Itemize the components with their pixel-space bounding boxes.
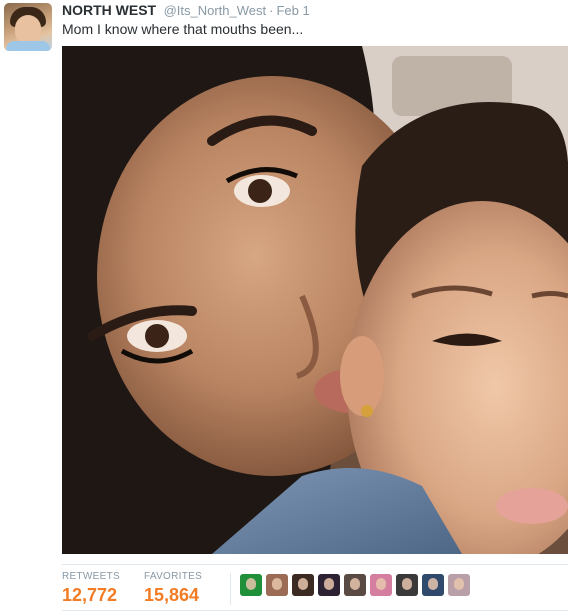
favoriter-face-shape [376, 578, 386, 590]
stats-top-divider [62, 564, 568, 565]
favoriter-face-shape [246, 578, 256, 590]
separator-dot: · [269, 3, 274, 18]
user-avatar[interactable] [4, 3, 52, 51]
retweets-count: 12,772 [62, 585, 118, 605]
tweet-text: Mom I know where that mouths been... [62, 21, 304, 37]
favoriter-face-shape [272, 578, 282, 590]
favoriter-avatar-3[interactable] [292, 574, 314, 596]
favoriter-face-shape [454, 578, 464, 590]
tweet-timestamp[interactable]: Feb 1 [276, 3, 309, 18]
favorites-label: FAVORITES [144, 571, 203, 582]
avatar-shirt [6, 41, 50, 51]
favoriter-face-shape [402, 578, 412, 590]
favoriter-avatar-6[interactable] [370, 574, 392, 596]
stats-vertical-divider [230, 573, 231, 605]
favoriter-avatar-9[interactable] [448, 574, 470, 596]
favoriter-avatar-5[interactable] [344, 574, 366, 596]
favoriter-face-shape [428, 578, 438, 590]
favorites-count: 15,864 [144, 585, 200, 605]
stats-bottom-divider [62, 610, 568, 611]
tweet-header: NORTH WEST @Its_North_West · Feb 1 [62, 2, 310, 20]
favorites-stat[interactable]: FAVORITES 15,864 [144, 571, 202, 606]
retweets-label: RETWEETS [62, 571, 120, 582]
favoriter-avatar-8[interactable] [422, 574, 444, 596]
favoriter-face-shape [324, 578, 334, 590]
tweet-photo[interactable] [62, 46, 568, 554]
favoriter-avatar-4[interactable] [318, 574, 340, 596]
favoriter-face-shape [350, 578, 360, 590]
favoriter-avatar-7[interactable] [396, 574, 418, 596]
favoriter-avatar-1[interactable] [240, 574, 262, 596]
user-handle[interactable]: @Its_North_West [164, 3, 267, 18]
retweets-stat[interactable]: RETWEETS 12,772 [62, 571, 120, 606]
tweet-photo-illustration [62, 46, 568, 554]
favoriter-face-shape [298, 578, 308, 590]
favoriter-avatars [240, 574, 474, 596]
favoriter-avatar-2[interactable] [266, 574, 288, 596]
display-name[interactable]: NORTH WEST [62, 2, 156, 18]
